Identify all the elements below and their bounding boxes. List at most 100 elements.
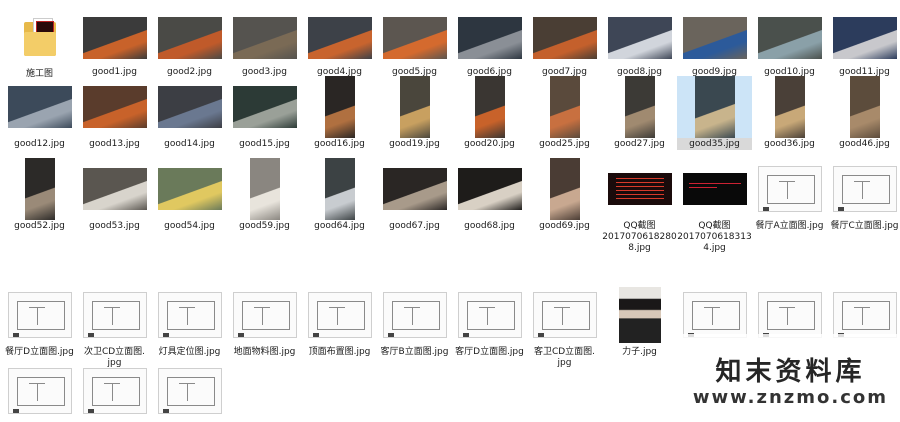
file-item[interactable]: good19.jpg bbox=[377, 76, 452, 150]
file-thumbnail bbox=[82, 368, 147, 414]
file-thumbnail bbox=[832, 292, 897, 338]
file-item[interactable]: good2.jpg bbox=[152, 10, 227, 78]
file-item[interactable]: good4.jpg bbox=[302, 10, 377, 78]
file-thumbnail bbox=[549, 76, 580, 138]
file-thumbnail bbox=[532, 292, 597, 338]
file-thumbnail bbox=[457, 292, 522, 338]
file-item[interactable]: good14.jpg bbox=[152, 76, 227, 150]
file-item[interactable]: good27.jpg bbox=[602, 76, 677, 150]
file-item[interactable]: good1.jpg bbox=[77, 10, 152, 78]
file-label: 顶面布置图.jpg bbox=[308, 347, 371, 357]
file-thumbnail bbox=[607, 17, 672, 59]
file-label: QQ截图 20170706182808.jpg bbox=[602, 221, 677, 253]
file-label: good20.jpg bbox=[464, 139, 515, 149]
watermark-title: 知末资料库 bbox=[715, 357, 866, 387]
file-item[interactable]: good12.jpg bbox=[2, 76, 77, 150]
file-item[interactable]: good25.jpg bbox=[527, 76, 602, 150]
file-thumbnail bbox=[382, 292, 447, 338]
file-item[interactable]: 顶面布置图.jpg bbox=[302, 284, 377, 358]
file-label: good36.jpg bbox=[764, 139, 815, 149]
watermark-url: www.znzmo.com bbox=[692, 387, 888, 408]
file-thumbnail bbox=[307, 17, 372, 59]
file-item[interactable]: good10.jpg bbox=[752, 10, 827, 78]
file-item[interactable] bbox=[2, 360, 77, 422]
file-item[interactable] bbox=[77, 360, 152, 422]
file-item[interactable]: 餐厅C立面图.jpg bbox=[827, 158, 900, 232]
file-item[interactable]: 灯具定位图.jpg bbox=[152, 284, 227, 358]
file-label: good13.jpg bbox=[89, 139, 140, 149]
file-item[interactable]: good15.jpg bbox=[227, 76, 302, 150]
file-thumbnail bbox=[624, 76, 655, 138]
file-item[interactable]: good67.jpg bbox=[377, 158, 452, 232]
file-label: good64.jpg bbox=[314, 221, 365, 231]
file-item[interactable]: good59.jpg bbox=[227, 158, 302, 232]
file-thumbnail bbox=[474, 76, 505, 138]
file-item[interactable]: good8.jpg bbox=[602, 10, 677, 78]
file-label: good53.jpg bbox=[89, 221, 140, 231]
file-label: good27.jpg bbox=[614, 139, 665, 149]
file-thumbnail bbox=[832, 17, 897, 59]
file-thumbnail bbox=[399, 76, 430, 138]
file-thumbnail bbox=[82, 17, 147, 59]
file-item[interactable]: good11.jpg bbox=[827, 10, 900, 78]
file-item[interactable]: QQ截图 20170706183134.jpg bbox=[677, 158, 752, 254]
file-item[interactable]: good68.jpg bbox=[452, 158, 527, 232]
file-item[interactable]: 客厅B立面图.jpg bbox=[377, 284, 452, 358]
file-item[interactable]: 餐厅A立面图.jpg bbox=[752, 158, 827, 232]
file-item[interactable]: 次卫CD立面图. jpg bbox=[77, 284, 152, 369]
file-thumbnail bbox=[832, 166, 897, 212]
file-label: good52.jpg bbox=[14, 221, 65, 231]
file-thumbnail bbox=[382, 168, 447, 210]
file-thumbnail bbox=[232, 86, 297, 128]
watermark: 知末资料库 www.znzmo.com bbox=[693, 357, 888, 409]
file-label: QQ截图 20170706183134.jpg bbox=[677, 221, 752, 253]
file-label: 餐厅A立面图.jpg bbox=[755, 221, 824, 231]
file-label: 地面物料图.jpg bbox=[233, 347, 296, 357]
file-item[interactable]: good20.jpg bbox=[452, 76, 527, 150]
file-item[interactable]: good69.jpg bbox=[527, 158, 602, 232]
file-label: good25.jpg bbox=[539, 139, 590, 149]
file-label: good19.jpg bbox=[389, 139, 440, 149]
file-item[interactable]: 客厅D立面图.jpg bbox=[452, 284, 527, 358]
file-label: good15.jpg bbox=[239, 139, 290, 149]
file-item[interactable]: good64.jpg bbox=[302, 158, 377, 232]
file-item[interactable]: 力子.jpg bbox=[602, 284, 677, 358]
file-item[interactable]: good35.jpg bbox=[677, 76, 752, 150]
file-item[interactable]: good52.jpg bbox=[2, 158, 77, 232]
file-item[interactable]: good54.jpg bbox=[152, 158, 227, 232]
file-thumbnail bbox=[82, 168, 147, 210]
file-item[interactable]: good16.jpg bbox=[302, 76, 377, 150]
file-thumbnail bbox=[757, 166, 822, 212]
file-thumbnail bbox=[7, 292, 72, 338]
file-item[interactable]: good13.jpg bbox=[77, 76, 152, 150]
file-thumbnail bbox=[607, 173, 672, 205]
file-item[interactable]: 餐厅D立面图.jpg bbox=[2, 284, 77, 358]
file-thumbnail bbox=[774, 76, 805, 138]
file-thumbnail bbox=[682, 17, 747, 59]
file-label: 餐厅C立面图.jpg bbox=[830, 221, 899, 231]
file-label: good12.jpg bbox=[14, 139, 65, 149]
file-item[interactable]: QQ截图 20170706182808.jpg bbox=[602, 158, 677, 254]
folder-item[interactable]: 施工图 bbox=[2, 6, 77, 80]
file-label: good54.jpg bbox=[164, 221, 215, 231]
file-item[interactable] bbox=[152, 360, 227, 422]
file-thumbnail bbox=[232, 17, 297, 59]
file-label: 灯具定位图.jpg bbox=[158, 347, 221, 357]
file-label: 客厅D立面图.jpg bbox=[455, 347, 524, 357]
file-item[interactable]: good6.jpg bbox=[452, 10, 527, 78]
file-item[interactable]: good7.jpg bbox=[527, 10, 602, 78]
file-thumbnail bbox=[157, 368, 222, 414]
file-thumbnail bbox=[232, 292, 297, 338]
file-item[interactable]: good5.jpg bbox=[377, 10, 452, 78]
file-item[interactable]: 客卫CD立面图. jpg bbox=[527, 284, 602, 369]
file-item[interactable]: good46.jpg bbox=[827, 76, 900, 150]
file-thumbnail bbox=[7, 368, 72, 414]
file-item[interactable]: 地面物料图.jpg bbox=[227, 284, 302, 358]
file-item[interactable]: good36.jpg bbox=[752, 76, 827, 150]
file-item[interactable]: good53.jpg bbox=[77, 158, 152, 232]
file-item[interactable]: good9.jpg bbox=[677, 10, 752, 78]
file-item[interactable]: good3.jpg bbox=[227, 10, 302, 78]
file-thumbnail bbox=[757, 292, 822, 338]
file-thumbnail bbox=[457, 168, 522, 210]
file-thumbnail bbox=[549, 158, 580, 220]
